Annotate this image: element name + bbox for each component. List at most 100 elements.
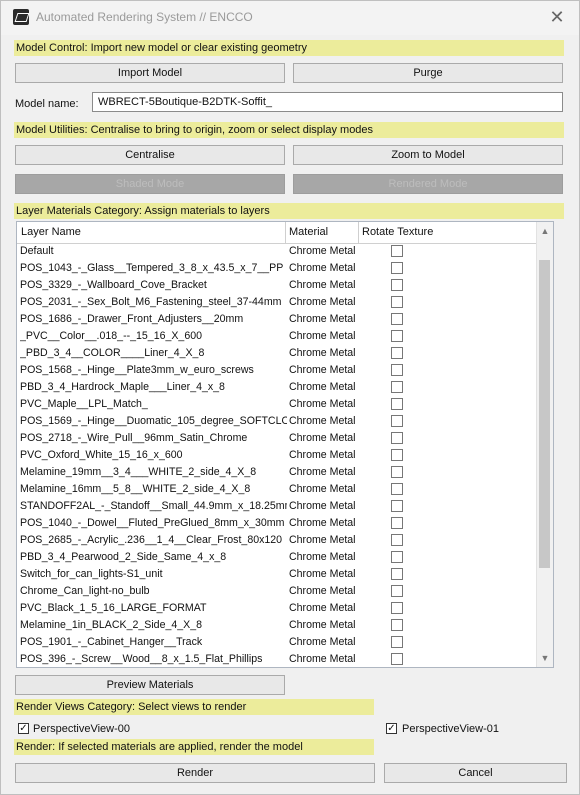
- rotate-texture-checkbox[interactable]: [391, 381, 403, 393]
- rotate-texture-checkbox[interactable]: [391, 466, 403, 478]
- table-row[interactable]: POS_1569_-_Hinge__Duomatic_105_degree_SO…: [17, 413, 537, 430]
- table-row[interactable]: PVC_Maple__LPL_Match_ Chrome Metal: [17, 396, 537, 413]
- material-cell[interactable]: Chrome Metal: [289, 328, 363, 345]
- zoom-to-model-button[interactable]: Zoom to Model: [293, 145, 563, 165]
- layer-name-cell[interactable]: POS_396_-_Screw__Wood__8_x_1.5_Flat_Phil…: [20, 651, 287, 667]
- material-cell[interactable]: Chrome Metal: [289, 617, 363, 634]
- layer-name-cell[interactable]: Default: [20, 243, 287, 260]
- table-row[interactable]: PVC_Oxford_White_15_16_x_600 Chrome Metal: [17, 447, 537, 464]
- rotate-texture-checkbox[interactable]: [391, 279, 403, 291]
- rotate-texture-checkbox[interactable]: [391, 500, 403, 512]
- table-scrollbar[interactable]: ▲ ▼: [536, 222, 553, 667]
- render-button[interactable]: Render: [15, 763, 375, 783]
- layer-name-cell[interactable]: Melamine_16mm__5_8__WHITE_2_side_4_X_8: [20, 481, 287, 498]
- column-divider[interactable]: [358, 222, 359, 243]
- layer-name-cell[interactable]: POS_1040_-_Dowel__Fluted_PreGlued_8mm_x_…: [20, 515, 287, 532]
- material-cell[interactable]: Chrome Metal: [289, 277, 363, 294]
- table-row[interactable]: POS_3329_-_Wallboard_Cove_Bracket Chrome …: [17, 277, 537, 294]
- cancel-button[interactable]: Cancel: [384, 763, 567, 783]
- layer-name-cell[interactable]: POS_1686_-_Drawer_Front_Adjusters__20mm: [20, 311, 287, 328]
- layer-name-cell[interactable]: POS_1043_-_Glass__Tempered_3_8_x_43.5_x_…: [20, 260, 287, 277]
- rotate-texture-checkbox[interactable]: [391, 364, 403, 376]
- material-cell[interactable]: Chrome Metal: [289, 583, 363, 600]
- scroll-down-icon[interactable]: ▼: [540, 653, 550, 663]
- table-row[interactable]: Melamine_19mm__3_4___WHITE_2_side_4_X_8 C…: [17, 464, 537, 481]
- rotate-texture-checkbox[interactable]: [391, 534, 403, 546]
- layer-name-cell[interactable]: Chrome_Can_light-no_bulb: [20, 583, 287, 600]
- material-cell[interactable]: Chrome Metal: [289, 549, 363, 566]
- rotate-texture-checkbox[interactable]: [391, 330, 403, 342]
- material-cell[interactable]: Chrome Metal: [289, 243, 363, 260]
- layer-name-cell[interactable]: POS_2685_-_Acrylic_.236__1_4__Clear_Fros…: [20, 532, 287, 549]
- layer-name-cell[interactable]: Switch_for_can_lights-S1_unit: [20, 566, 287, 583]
- rotate-texture-checkbox[interactable]: [391, 296, 403, 308]
- rotate-texture-checkbox[interactable]: [391, 585, 403, 597]
- material-cell[interactable]: Chrome Metal: [289, 566, 363, 583]
- layer-name-cell[interactable]: POS_1568_-_Hinge__Plate3mm_w_euro_screws: [20, 362, 287, 379]
- material-cell[interactable]: Chrome Metal: [289, 379, 363, 396]
- rotate-texture-checkbox[interactable]: [391, 313, 403, 325]
- rotate-texture-checkbox[interactable]: [391, 347, 403, 359]
- rotate-texture-checkbox[interactable]: [391, 653, 403, 665]
- layer-name-cell[interactable]: POS_2718_-_Wire_Pull__96mm_Satin_Chrome: [20, 430, 287, 447]
- table-row[interactable]: POS_1901_-_Cabinet_Hanger__Track Chrome M…: [17, 634, 537, 651]
- layer-name-cell[interactable]: _PVC__Color__.018_--_15_16_X_600: [20, 328, 287, 345]
- table-row[interactable]: POS_2685_-_Acrylic_.236__1_4__Clear_Fros…: [17, 532, 537, 549]
- material-cell[interactable]: Chrome Metal: [289, 634, 363, 651]
- material-cell[interactable]: Chrome Metal: [289, 447, 363, 464]
- model-name-field[interactable]: WBRECT-5Boutique-B2DTK-Soffit_: [92, 92, 563, 112]
- rotate-texture-checkbox[interactable]: [391, 602, 403, 614]
- column-header-layer-name[interactable]: Layer Name: [21, 226, 81, 238]
- rotate-texture-checkbox[interactable]: [391, 568, 403, 580]
- layer-name-cell[interactable]: PVC_Black_1_5_16_LARGE_FORMAT: [20, 600, 287, 617]
- perspective-view-01-checkbox[interactable]: ✓: [386, 723, 397, 734]
- import-model-button[interactable]: Import Model: [15, 63, 285, 83]
- layer-name-cell[interactable]: Melamine_1in_BLACK_2_Side_4_X_8: [20, 617, 287, 634]
- table-row[interactable]: POS_1568_-_Hinge__Plate3mm_w_euro_screws…: [17, 362, 537, 379]
- material-cell[interactable]: Chrome Metal: [289, 532, 363, 549]
- scroll-up-icon[interactable]: ▲: [540, 226, 550, 236]
- column-divider[interactable]: [285, 222, 286, 243]
- rotate-texture-checkbox[interactable]: [391, 449, 403, 461]
- material-cell[interactable]: Chrome Metal: [289, 464, 363, 481]
- material-cell[interactable]: Chrome Metal: [289, 481, 363, 498]
- centralise-button[interactable]: Centralise: [15, 145, 285, 165]
- table-row[interactable]: POS_1043_-_Glass__Tempered_3_8_x_43.5_x_…: [17, 260, 537, 277]
- rotate-texture-checkbox[interactable]: [391, 551, 403, 563]
- material-cell[interactable]: Chrome Metal: [289, 600, 363, 617]
- rendered-mode-button[interactable]: Rendered Mode: [293, 174, 563, 194]
- table-row[interactable]: Default Chrome Metal: [17, 243, 537, 260]
- layer-name-cell[interactable]: _PBD_3_4__COLOR____Liner_4_X_8: [20, 345, 287, 362]
- layer-name-cell[interactable]: POS_3329_-_Wallboard_Cove_Bracket: [20, 277, 287, 294]
- table-row[interactable]: Melamine_1in_BLACK_2_Side_4_X_8 Chrome Me…: [17, 617, 537, 634]
- material-cell[interactable]: Chrome Metal: [289, 260, 363, 277]
- material-cell[interactable]: Chrome Metal: [289, 396, 363, 413]
- perspective-view-00-checkbox[interactable]: ✓: [18, 723, 29, 734]
- close-icon[interactable]: ✕: [545, 6, 569, 28]
- preview-materials-button[interactable]: Preview Materials: [15, 675, 285, 695]
- layer-name-cell[interactable]: POS_1569_-_Hinge__Duomatic_105_degree_SO…: [20, 413, 287, 430]
- layer-name-cell[interactable]: POS_1901_-_Cabinet_Hanger__Track: [20, 634, 287, 651]
- material-cell[interactable]: Chrome Metal: [289, 430, 363, 447]
- scroll-thumb[interactable]: [539, 260, 550, 568]
- material-cell[interactable]: Chrome Metal: [289, 345, 363, 362]
- table-row[interactable]: _PVC__Color__.018_--_15_16_X_600 Chrome M…: [17, 328, 537, 345]
- table-row[interactable]: PBD_3_4_Pearwood_2_Side_Same_4_x_8 Chrome…: [17, 549, 537, 566]
- table-row[interactable]: POS_1686_-_Drawer_Front_Adjusters__20mm C…: [17, 311, 537, 328]
- table-row[interactable]: PVC_Black_1_5_16_LARGE_FORMAT Chrome Meta…: [17, 600, 537, 617]
- purge-button[interactable]: Purge: [293, 63, 563, 83]
- table-row[interactable]: POS_2718_-_Wire_Pull__96mm_Satin_Chrome C…: [17, 430, 537, 447]
- material-cell[interactable]: Chrome Metal: [289, 294, 363, 311]
- layer-materials-table[interactable]: Layer Name Material Rotate Texture Defau…: [16, 221, 554, 668]
- material-cell[interactable]: Chrome Metal: [289, 311, 363, 328]
- column-header-rotate-texture[interactable]: Rotate Texture: [362, 226, 433, 238]
- material-cell[interactable]: Chrome Metal: [289, 515, 363, 532]
- layer-name-cell[interactable]: PVC_Oxford_White_15_16_x_600: [20, 447, 287, 464]
- rotate-texture-checkbox[interactable]: [391, 432, 403, 444]
- rotate-texture-checkbox[interactable]: [391, 517, 403, 529]
- table-row[interactable]: PBD_3_4_Hardrock_Maple___Liner_4_x_8 Chro…: [17, 379, 537, 396]
- table-row[interactable]: Melamine_16mm__5_8__WHITE_2_side_4_X_8 Ch…: [17, 481, 537, 498]
- layer-name-cell[interactable]: Melamine_19mm__3_4___WHITE_2_side_4_X_8: [20, 464, 287, 481]
- table-row[interactable]: STANDOFF2AL_-_Standoff__Small_44.9mm_x_1…: [17, 498, 537, 515]
- table-row[interactable]: POS_2031_-_Sex_Bolt_M6_Fastening_steel_3…: [17, 294, 537, 311]
